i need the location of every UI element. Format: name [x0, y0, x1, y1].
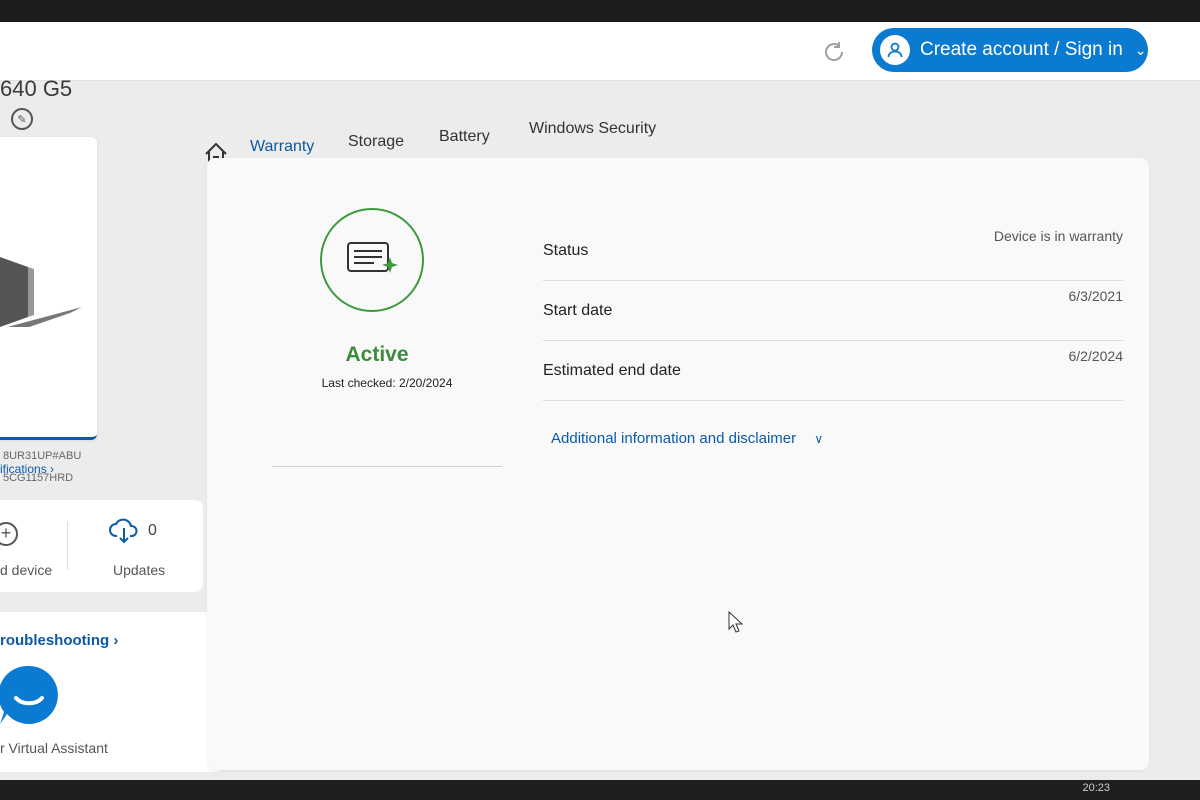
create-account-sign-in-button[interactable]: Create account / Sign in ⌄	[872, 28, 1148, 72]
last-checked: Last checked: 2/20/2024	[321, 376, 453, 390]
troubleshooting-link[interactable]: roubleshooting ›	[0, 632, 118, 649]
virtual-assistant-label[interactable]: r Virtual Assistant	[0, 740, 108, 756]
cloud-download-icon[interactable]	[108, 514, 140, 546]
chevron-down-icon: ⌄	[1134, 41, 1147, 58]
device-name: 640 G5	[0, 76, 73, 101]
chevron-down-icon: ∨	[814, 432, 824, 446]
edit-pencil-icon[interactable]: ✎	[11, 108, 33, 130]
quick-actions-card: + d device 0 Updates	[0, 500, 203, 592]
tab-battery[interactable]: Battery	[439, 128, 490, 146]
device-card: ifications ›	[0, 137, 97, 476]
taskbar-clock: 20:23	[1082, 782, 1110, 794]
product-number: 8UR31UP#ABU	[3, 450, 82, 462]
add-device-icon[interactable]: +	[0, 522, 18, 546]
warranty-state: Active	[345, 343, 409, 366]
add-device-label[interactable]: d device	[0, 562, 52, 578]
row-label: Start date	[543, 302, 613, 319]
warranty-certificate-icon	[347, 242, 398, 273]
refresh-icon[interactable]	[820, 38, 848, 66]
warranty-row-start-date: Start date 6/3/2021	[543, 280, 1123, 341]
top-bar: Create account / Sign in ⌄	[0, 22, 1200, 81]
updates-label[interactable]: Updates	[113, 562, 165, 578]
divider	[67, 522, 68, 570]
troubleshooting-card: roubleshooting › r Virtual Assistant	[0, 612, 223, 772]
row-value: 6/3/2021	[1068, 288, 1124, 304]
account-button-label: Create account / Sign in	[920, 39, 1123, 60]
row-value: 6/2/2024	[1068, 348, 1124, 364]
warranty-panel: Active Last checked: 2/20/2024 Status De…	[207, 158, 1149, 770]
virtual-assistant-icon[interactable]	[0, 664, 60, 726]
warranty-badge	[320, 208, 424, 312]
serial-number: 5CG1157HRD	[3, 472, 74, 484]
updates-count: 0	[148, 522, 157, 539]
taskbar: 20:23	[0, 780, 1200, 800]
app-window: Create account / Sign in ⌄ 640 G5 ✎ ific…	[0, 0, 1200, 800]
additional-info-link[interactable]: Additional information and disclaimer ∨	[551, 430, 823, 447]
warranty-row-status: Status Device is in warranty	[543, 220, 1123, 281]
warranty-row-end-date: Estimated end date 6/2/2024	[543, 340, 1123, 401]
row-label: Status	[543, 242, 589, 259]
additional-info-label: Additional information and disclaimer	[551, 430, 797, 447]
row-label: Estimated end date	[543, 362, 681, 379]
row-value: Device is in warranty	[993, 228, 1123, 244]
tab-windows-security[interactable]: Windows Security	[529, 120, 656, 138]
user-icon	[880, 35, 910, 65]
divider	[272, 466, 502, 467]
laptop-image	[0, 257, 82, 327]
screen-bezel	[0, 0, 1200, 22]
mouse-cursor-icon	[728, 611, 744, 633]
tab-storage[interactable]: Storage	[348, 133, 404, 151]
